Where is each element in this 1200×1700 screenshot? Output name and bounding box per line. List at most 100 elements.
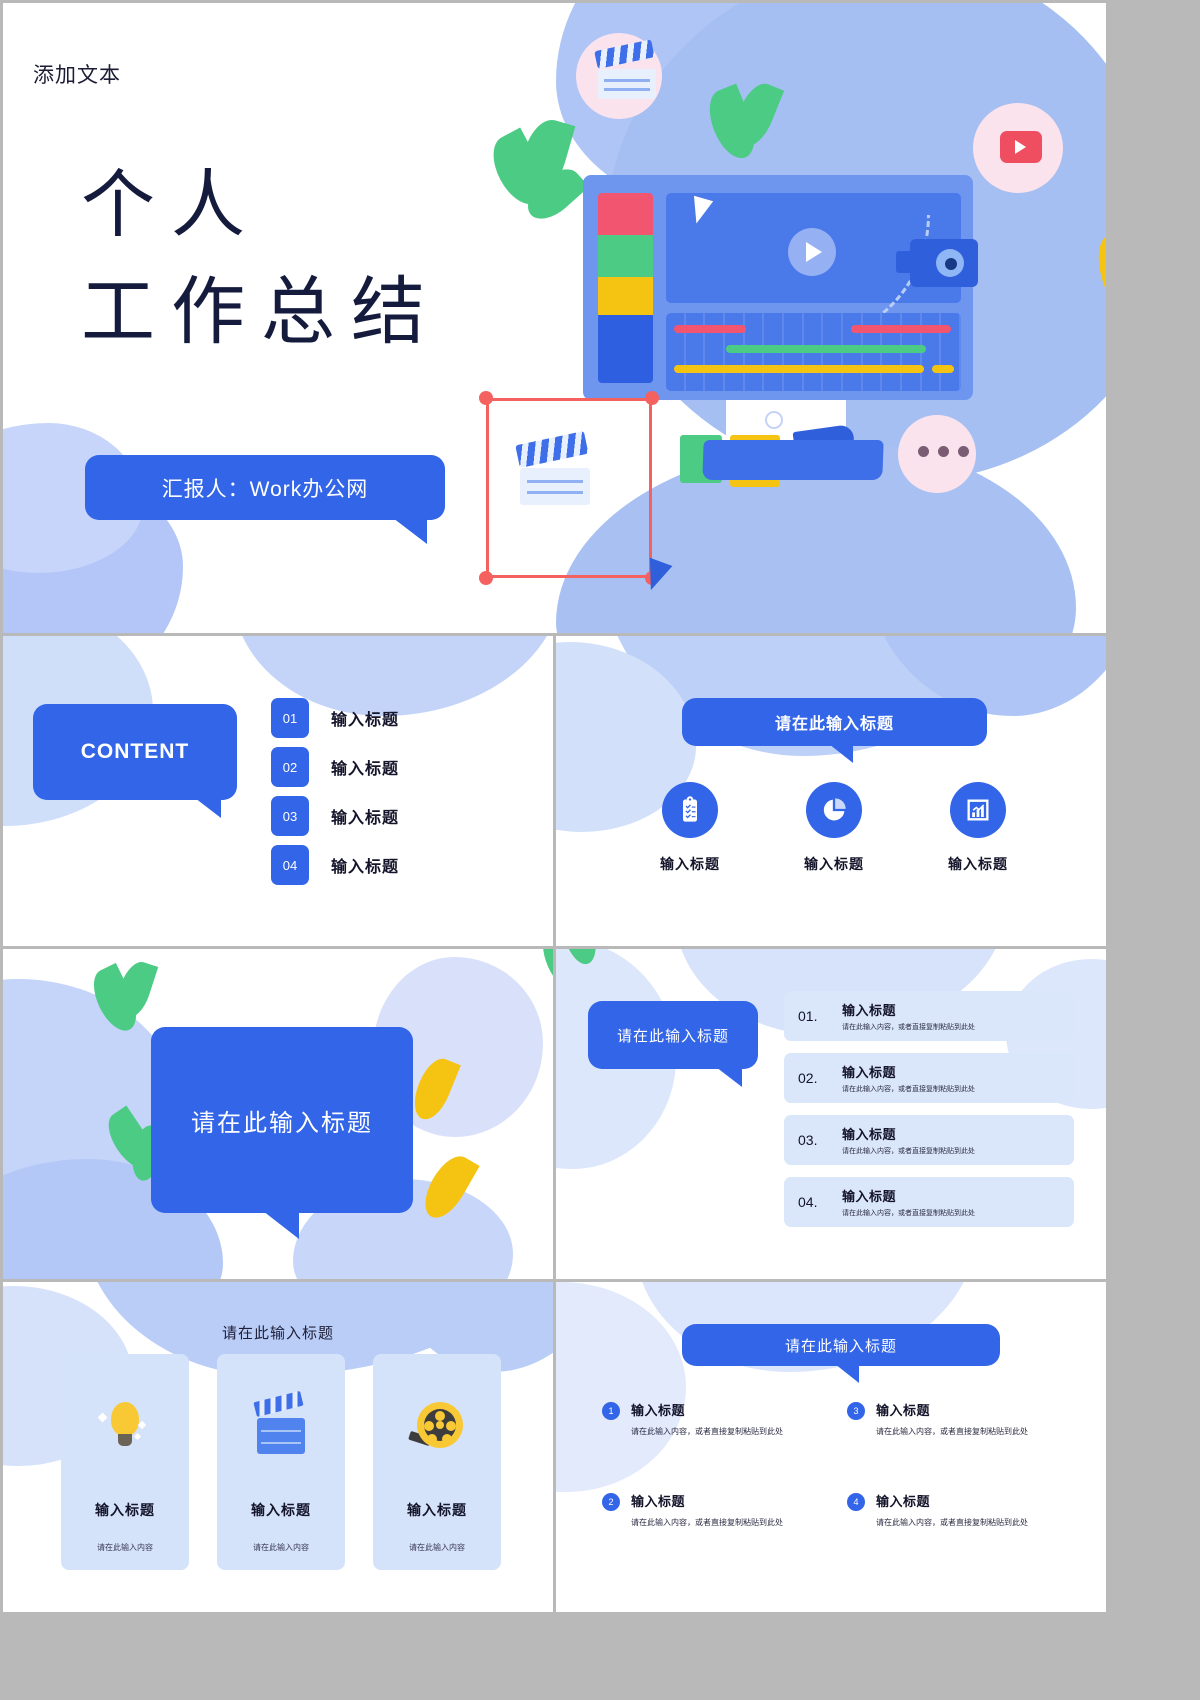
list-item[interactable]: 03 输入标题 [271, 796, 399, 836]
keyboard-icon [702, 440, 884, 480]
card-row: 输入标题 请在此输入内容 输入标题 请在此输入内容 输入标题 请在此输入内容 [61, 1354, 501, 1570]
icon-caption: 输入标题 [804, 856, 864, 872]
card[interactable]: 输入标题 请在此输入内容 [217, 1354, 345, 1570]
card-description: 请在此输入内容 [253, 1543, 309, 1552]
point-title: 输入标题 [631, 1403, 686, 1418]
item-description: 请在此输入内容，或者直接复制粘贴到此处 [842, 1148, 975, 1155]
video-play-icon [1015, 140, 1026, 154]
title-illustration [458, 3, 1106, 633]
slide-section-divider[interactable]: 请在此输入标题 [3, 949, 553, 1279]
item-label: 输入标题 [331, 712, 400, 729]
slide-heading-label: 请在此输入标题 [616, 1027, 729, 1045]
item-number: 01. [798, 1008, 818, 1024]
card-title: 输入标题 [407, 1502, 467, 1518]
item-number: 03 [271, 796, 309, 836]
point-number: 2 [602, 1493, 620, 1511]
slide-four-points[interactable]: 请在此输入标题 1 输入标题 请在此输入内容，或者直接复制粘贴到此处 3 输入标… [556, 1282, 1106, 1612]
slide-deck-preview: 添加文本 个人 工作总结 汇报人：Work办公网 CONTENT 01 输入标题… [0, 0, 1200, 1700]
item-number: 04 [271, 845, 309, 885]
point-number: 1 [602, 1402, 620, 1420]
list-item[interactable]: 01. 输入标题 请在此输入内容，或者直接复制粘贴到此处 [784, 991, 1074, 1041]
list-item[interactable]: 03. 输入标题 请在此输入内容，或者直接复制粘贴到此处 [784, 1115, 1074, 1165]
monitor-dot [765, 411, 783, 429]
section-title-panel: 请在此输入标题 [151, 1027, 413, 1239]
list-item[interactable]: 01 输入标题 [271, 698, 399, 738]
icon-item[interactable]: 输入标题 [634, 782, 746, 874]
list-item[interactable]: 04. 输入标题 请在此输入内容，或者直接复制粘贴到此处 [784, 1177, 1074, 1227]
page-title: 个人 工作总结 [81, 153, 441, 368]
slide-heading-label: 请在此输入标题 [774, 716, 894, 733]
list-item[interactable]: 04 输入标题 [271, 845, 399, 885]
slide-numbered-list[interactable]: 请在此输入标题 01. 输入标题 请在此输入内容，或者直接复制粘贴到此处 02.… [556, 949, 1106, 1279]
icon-caption: 输入标题 [660, 856, 720, 872]
clapperboard-icon [253, 1390, 309, 1456]
slide-heading-bubble: 请在此输入标题 [682, 1324, 1000, 1383]
slide-title[interactable]: 添加文本 个人 工作总结 汇报人：Work办公网 [3, 3, 1106, 633]
add-text-label: 添加文本 [33, 64, 121, 87]
point-description: 请在此输入内容，或者直接复制粘贴到此处 [876, 1427, 1028, 1436]
card-title: 输入标题 [251, 1502, 311, 1518]
item-number: 02 [271, 747, 309, 787]
film-reel-icon [408, 1400, 465, 1456]
points-grid: 1 输入标题 请在此输入内容，或者直接复制粘贴到此处 3 输入标题 请在此输入内… [602, 1400, 1072, 1528]
play-button-icon [806, 242, 822, 262]
icon-item[interactable]: 输入标题 [778, 782, 890, 874]
point-title: 输入标题 [631, 1494, 686, 1509]
item-description: 请在此输入内容，或者直接复制粘贴到此处 [842, 1086, 975, 1093]
agenda-list: 01 输入标题 02 输入标题 03 输入标题 04 输入标题 [271, 698, 399, 894]
point-title: 输入标题 [876, 1494, 931, 1509]
slide-content-agenda[interactable]: CONTENT 01 输入标题 02 输入标题 03 输入标题 04 输入标题 [3, 636, 553, 946]
section-title-label: 请在此输入标题 [191, 1109, 373, 1137]
item-description: 请在此输入内容，或者直接复制粘贴到此处 [842, 1024, 975, 1031]
slide-heading-bubble: 请在此输入标题 [682, 698, 987, 763]
point-description: 请在此输入内容，或者直接复制粘贴到此处 [631, 1427, 783, 1436]
item-title: 输入标题 [842, 1127, 897, 1142]
point-title: 输入标题 [876, 1403, 931, 1418]
bar-chart-growth-icon [950, 782, 1006, 838]
point-item[interactable]: 3 输入标题 请在此输入内容，或者直接复制粘贴到此处 [847, 1400, 1072, 1437]
list-item[interactable]: 02 输入标题 [271, 747, 399, 787]
item-label: 输入标题 [331, 761, 400, 778]
point-description: 请在此输入内容，或者直接复制粘贴到此处 [876, 1518, 1028, 1527]
content-heading-bubble: CONTENT [33, 704, 237, 818]
card-title: 输入标题 [95, 1502, 155, 1518]
item-number: 01 [271, 698, 309, 738]
ellipsis-icon [918, 446, 969, 457]
card-description: 请在此输入内容 [97, 1543, 153, 1552]
item-title: 输入标题 [842, 1065, 897, 1080]
item-label: 输入标题 [331, 810, 400, 827]
point-number: 3 [847, 1402, 865, 1420]
selection-handle[interactable] [645, 391, 659, 405]
timeline-panel [666, 313, 961, 391]
clapperboard-icon [515, 430, 590, 505]
point-item[interactable]: 1 输入标题 请在此输入内容，或者直接复制粘贴到此处 [602, 1400, 827, 1437]
title-line-2: 工作总结 [81, 272, 441, 355]
item-number: 04. [798, 1194, 818, 1210]
card[interactable]: 输入标题 请在此输入内容 [373, 1354, 501, 1570]
lightbulb-icon [97, 1400, 153, 1456]
clipboard-checklist-icon [662, 782, 718, 838]
point-number: 4 [847, 1493, 865, 1511]
item-number: 03. [798, 1132, 818, 1148]
list-item[interactable]: 02. 输入标题 请在此输入内容，或者直接复制粘贴到此处 [784, 1053, 1074, 1103]
icon-row: 输入标题 输入标题 输入标题 [634, 782, 1034, 874]
selection-handle[interactable] [479, 391, 493, 405]
slide-heading-bubble: 请在此输入标题 [588, 1001, 758, 1087]
slide-three-cards[interactable]: 请在此输入标题 输入标题 请在此输入内容 输入标题 请在此输入内容 输入标题 请… [3, 1282, 553, 1612]
content-label: CONTENT [80, 740, 190, 763]
card[interactable]: 输入标题 请在此输入内容 [61, 1354, 189, 1570]
item-number: 02. [798, 1070, 818, 1086]
item-title: 输入标题 [842, 1003, 897, 1018]
clapperboard-icon [594, 39, 656, 99]
slide-three-icons[interactable]: 请在此输入标题 输入标题 输入标题 输入标题 [556, 636, 1106, 946]
selection-handle[interactable] [479, 571, 493, 585]
slide-heading-label: 请在此输入标题 [784, 1337, 897, 1355]
editor-sidebar [598, 193, 653, 383]
pie-chart-icon [806, 782, 862, 838]
icon-item[interactable]: 输入标题 [922, 782, 1034, 874]
item-label: 输入标题 [331, 859, 400, 876]
card-description: 请在此输入内容 [409, 1543, 465, 1552]
item-description: 请在此输入内容，或者直接复制粘贴到此处 [842, 1210, 975, 1217]
point-item[interactable]: 2 输入标题 请在此输入内容，或者直接复制粘贴到此处 [602, 1491, 827, 1528]
point-item[interactable]: 4 输入标题 请在此输入内容，或者直接复制粘贴到此处 [847, 1491, 1072, 1528]
